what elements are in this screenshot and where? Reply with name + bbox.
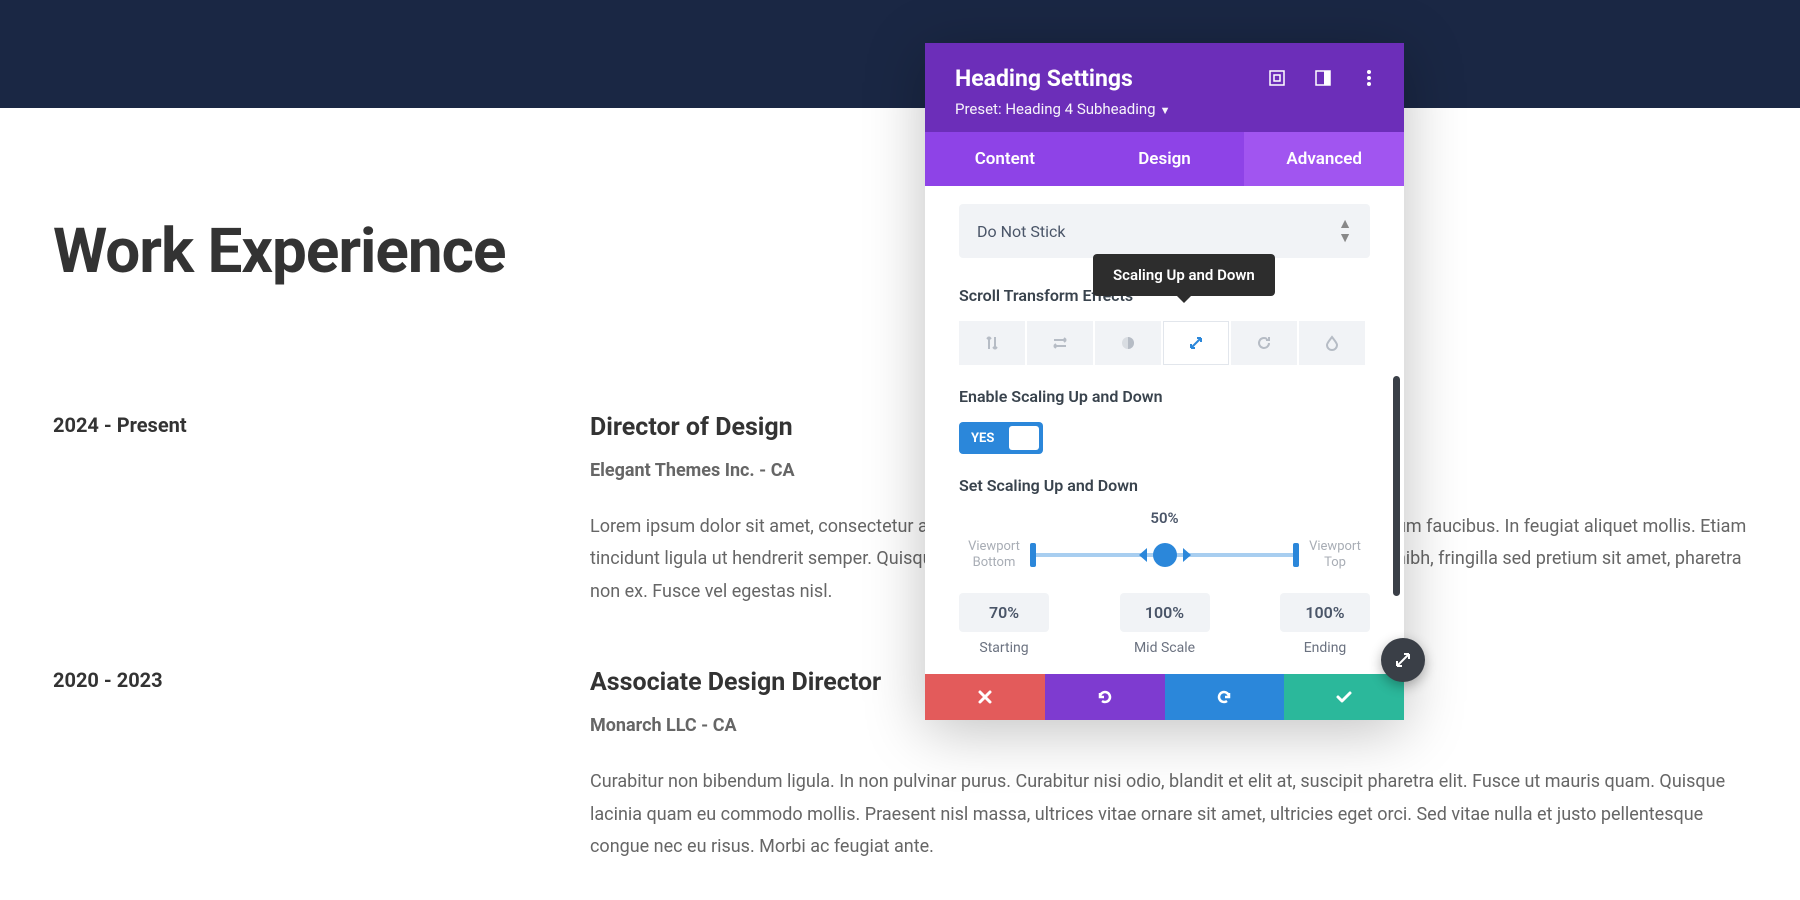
tooltip: Scaling Up and Down xyxy=(1093,254,1275,296)
caret-down-icon: ▼ xyxy=(1160,104,1171,117)
resize-fab[interactable] xyxy=(1381,638,1425,682)
viewport-top-label: Viewport Top xyxy=(1300,539,1370,570)
sticky-select[interactable]: Do Not Stick ▲▼ xyxy=(959,204,1370,258)
job-dates: 2024 - Present xyxy=(53,413,590,608)
job-description: Curabitur non bibendum ligula. In non pu… xyxy=(590,766,1747,863)
job-row: 2020 - 2023 Associate Design Director Mo… xyxy=(53,668,1747,863)
preset-dropdown[interactable]: Preset: Heading 4 Subheading ▼ xyxy=(955,100,1374,118)
select-caret-icon: ▲▼ xyxy=(1338,217,1352,245)
enable-toggle[interactable]: YES xyxy=(959,422,1043,454)
tooltip-text: Scaling Up and Down xyxy=(1113,266,1255,284)
more-icon[interactable] xyxy=(1360,69,1378,87)
viewport-bottom-label: Viewport Bottom xyxy=(959,539,1029,570)
tab-design[interactable]: Design xyxy=(1085,132,1245,186)
panel-scrollbar[interactable] xyxy=(1393,376,1400,596)
cancel-button[interactable] xyxy=(925,674,1045,720)
section-title: Work Experience xyxy=(53,215,1747,288)
job-row: 2024 - Present Director of Design Elegan… xyxy=(53,413,1747,608)
save-button[interactable] xyxy=(1284,674,1404,720)
slider-mid-percent: 50% xyxy=(959,509,1370,527)
enable-label: Enable Scaling Up and Down xyxy=(959,387,1370,406)
slider-tick-start[interactable] xyxy=(1030,543,1036,567)
expand-icon[interactable] xyxy=(1268,69,1286,87)
starting-label: Starting xyxy=(959,640,1049,656)
job-dates: 2020 - 2023 xyxy=(53,668,590,863)
undo-button[interactable] xyxy=(1045,674,1165,720)
tab-advanced[interactable]: Advanced xyxy=(1244,132,1404,186)
fade-icon[interactable] xyxy=(1095,321,1161,365)
settings-panel: Heading Settings Preset: Heading 4 Subhe… xyxy=(925,43,1404,720)
toggle-knob xyxy=(1009,426,1039,450)
page-content: Work Experience 2024 - Present Director … xyxy=(0,215,1800,863)
slider-knob[interactable] xyxy=(1153,543,1177,567)
top-header-bar xyxy=(0,0,1800,108)
panel-footer xyxy=(925,674,1404,720)
slider-arrow-left-icon xyxy=(1139,548,1147,562)
panel-header[interactable]: Heading Settings Preset: Heading 4 Subhe… xyxy=(925,43,1404,132)
slider-tick-end[interactable] xyxy=(1293,543,1299,567)
slider-control: 50% Viewport Bottom Viewport Top 70% 100… xyxy=(959,509,1370,656)
set-scaling-label: Set Scaling Up and Down xyxy=(959,476,1370,495)
mid-label: Mid Scale xyxy=(1120,640,1210,656)
sticky-select-value: Do Not Stick xyxy=(977,222,1065,241)
snap-icon[interactable] xyxy=(1314,69,1332,87)
ending-value-input[interactable]: 100% xyxy=(1280,593,1370,632)
slider-track[interactable] xyxy=(1033,553,1296,557)
rotate-icon[interactable] xyxy=(1231,321,1297,365)
panel-tabs: Content Design Advanced xyxy=(925,132,1404,186)
scaling-icon[interactable] xyxy=(1163,321,1229,365)
effect-icons-row xyxy=(959,321,1370,365)
toggle-label: YES xyxy=(971,431,994,446)
horizontal-motion-icon[interactable] xyxy=(1027,321,1093,365)
blur-icon[interactable] xyxy=(1299,321,1365,365)
vertical-motion-icon[interactable] xyxy=(959,321,1025,365)
redo-button[interactable] xyxy=(1165,674,1285,720)
preset-label: Preset: Heading 4 Subheading xyxy=(955,100,1156,118)
panel-body: Do Not Stick ▲▼ Scroll Transform Effects… xyxy=(925,186,1404,674)
starting-value-input[interactable]: 70% xyxy=(959,593,1049,632)
tab-content[interactable]: Content xyxy=(925,132,1085,186)
mid-value-input[interactable]: 100% xyxy=(1120,593,1210,632)
ending-label: Ending xyxy=(1280,640,1370,656)
slider-arrow-right-icon xyxy=(1183,548,1191,562)
